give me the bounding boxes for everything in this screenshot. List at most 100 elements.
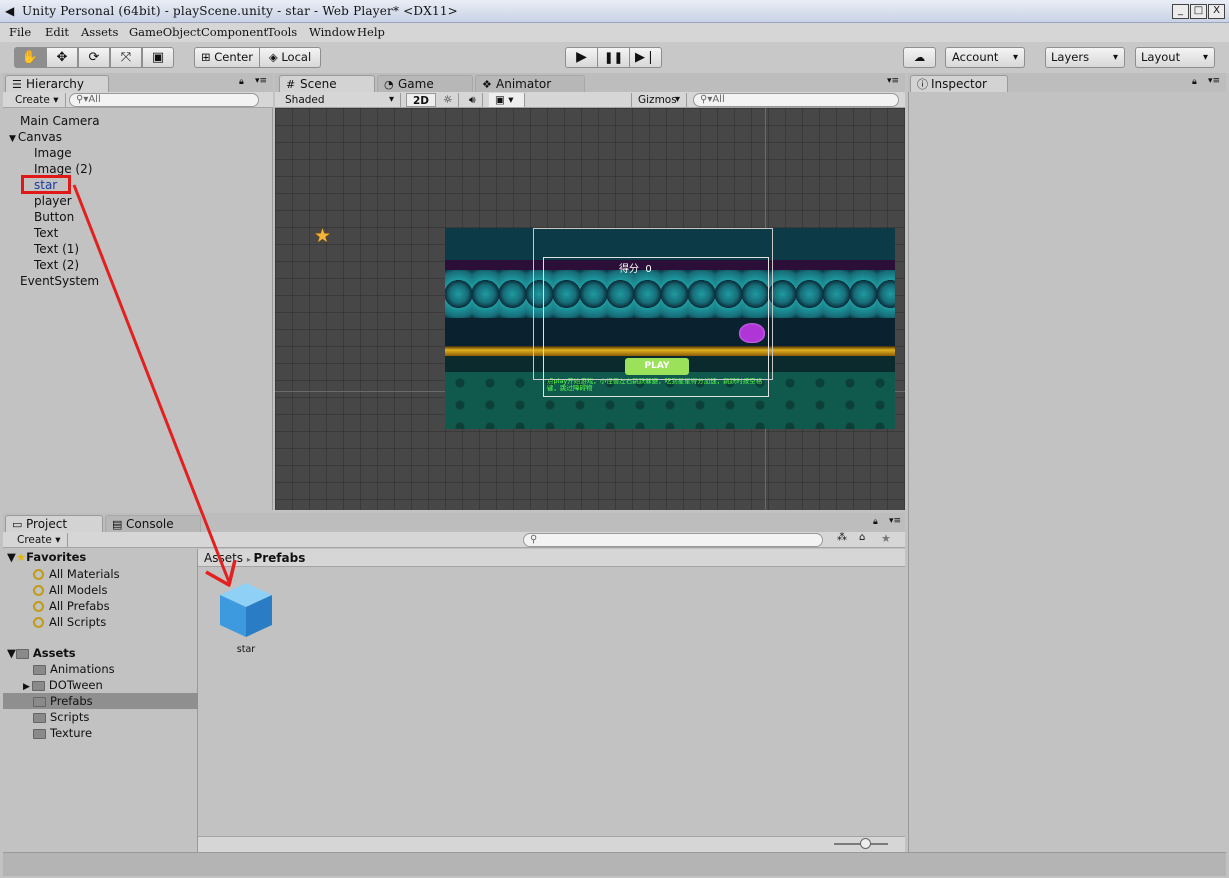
slider-thumb[interactable]: [860, 838, 871, 849]
layers-dropdown[interactable]: Layers: [1045, 47, 1125, 68]
hierarchy-item[interactable]: Image: [34, 145, 72, 161]
menu-component[interactable]: Component: [201, 25, 268, 39]
project-tabstrip: ▭ Project ▤ Console 🔒︎ ▾≡: [3, 513, 905, 533]
folder-item[interactable]: ▶ DOTween: [3, 677, 198, 693]
hand-tool-button[interactable]: ✋: [14, 47, 46, 68]
hierarchy-item[interactable]: EventSystem: [20, 273, 99, 289]
cloud-button[interactable]: ☁: [903, 47, 936, 68]
favorites-item[interactable]: All Models: [33, 582, 107, 598]
lock-icon[interactable]: 🔒︎: [239, 77, 244, 87]
hierarchy-item[interactable]: Text: [34, 225, 58, 241]
hierarchy-item-label: Text (1): [34, 242, 80, 256]
hierarchy-item[interactable]: player: [34, 193, 72, 209]
star-sprite-icon[interactable]: ★: [314, 225, 331, 247]
tab-game[interactable]: ◔ Game: [377, 75, 473, 93]
layout-dropdown[interactable]: Layout: [1135, 47, 1215, 68]
assets-header[interactable]: ▼ Assets: [7, 645, 76, 661]
scene-toolbar: Shaded 2D ☼ 🔊︎ ▣ ▾ Gizmos ⚲▾All: [275, 92, 905, 108]
menu-gameobject[interactable]: GameObject: [129, 25, 201, 39]
scene-viewport[interactable]: ★ 得分 0 PLAY 点play开始游戏，小怪兽左右跳跃躲避，吃到星星得分加速…: [275, 108, 905, 510]
icon-size-slider[interactable]: [834, 838, 888, 849]
panel-menu-icon[interactable]: ▾≡: [1208, 76, 1220, 86]
breadcrumb: Assets ▸ Prefabs: [198, 549, 905, 567]
toggle-2d-button[interactable]: 2D: [406, 93, 437, 107]
hierarchy-item[interactable]: Text (1): [34, 241, 79, 257]
menu-window[interactable]: Window: [309, 25, 356, 39]
sun-icon: ☼: [443, 94, 453, 106]
hierarchy-item[interactable]: Text (2): [34, 257, 79, 273]
move-tool-button[interactable]: ✥: [46, 47, 78, 68]
breadcrumb-prefabs[interactable]: Prefabs: [253, 551, 305, 565]
panel-menu-icon[interactable]: ▾≡: [887, 76, 899, 86]
project-create-button[interactable]: Create ▾: [11, 533, 68, 547]
panel-menu-icon[interactable]: ▾≡: [889, 516, 901, 526]
favorite-star-icon[interactable]: ★: [881, 532, 891, 545]
play-button[interactable]: ▶: [565, 47, 598, 68]
folder-item[interactable]: Scripts: [3, 709, 198, 725]
tab-inspector[interactable]: ⓘ Inspector: [910, 75, 1008, 93]
tab-console[interactable]: ▤ Console: [105, 515, 201, 533]
lighting-toggle[interactable]: ☼: [437, 93, 460, 107]
pivot-center-button[interactable]: ⊞ Center: [194, 47, 260, 68]
rect-tool-button[interactable]: ▣: [142, 47, 174, 68]
folder-item[interactable]: Prefabs: [3, 693, 198, 709]
pause-button[interactable]: ❚❚: [597, 47, 630, 68]
tab-project[interactable]: ▭ Project: [5, 515, 103, 533]
step-button[interactable]: ▶❘: [629, 47, 662, 68]
scale-tool-button[interactable]: ⤧: [110, 47, 142, 68]
effects-dropdown[interactable]: ▣ ▾: [489, 93, 525, 107]
layers-label: Layers: [1051, 50, 1090, 64]
hierarchy-item[interactable]: Button: [34, 209, 74, 225]
local-icon: ◈: [268, 50, 278, 64]
project-search-input[interactable]: ⚲: [523, 533, 823, 547]
tab-animator[interactable]: ❖ Animator: [475, 75, 585, 93]
audio-toggle[interactable]: 🔊︎: [463, 93, 483, 107]
menu-assets[interactable]: Assets: [81, 25, 118, 39]
hierarchy-item[interactable]: ▼ Canvas: [9, 129, 62, 145]
breadcrumb-assets[interactable]: Assets: [204, 551, 243, 565]
favorites-header[interactable]: ▼★Favorites: [7, 549, 86, 565]
project-toolbar: Create ▾ ⚲ ⁂ ⌂ ★: [3, 532, 905, 548]
menu-file[interactable]: File: [9, 25, 31, 39]
filter-label-icon[interactable]: ⌂: [859, 532, 865, 543]
menu-edit[interactable]: Edit: [45, 25, 69, 39]
folder-icon: [33, 696, 46, 707]
close-button[interactable]: X: [1208, 4, 1225, 19]
hierarchy-create-button[interactable]: Create ▾: [9, 93, 66, 107]
menu-tools[interactable]: Tools: [267, 25, 297, 39]
pivot-local-button[interactable]: ◈ Local: [259, 47, 321, 68]
account-dropdown[interactable]: Account: [945, 47, 1025, 68]
menu-help[interactable]: Help: [357, 25, 385, 39]
rotate-tool-button[interactable]: ⟳: [78, 47, 110, 68]
expand-arrow-icon[interactable]: ▼: [9, 134, 16, 144]
panel-menu-icon[interactable]: ▾≡: [255, 76, 267, 86]
hierarchy-search-input[interactable]: ⚲▾All: [69, 93, 259, 107]
tab-scene[interactable]: # Scene: [279, 75, 375, 93]
maximize-button[interactable]: □: [1190, 4, 1207, 19]
minimize-button[interactable]: _: [1172, 4, 1189, 19]
window-titlebar: ◀ Unity Personal (64bit) - playScene.uni…: [0, 0, 1229, 23]
folder-item[interactable]: Animations: [3, 661, 198, 677]
asset-item[interactable]: star: [214, 581, 278, 659]
hierarchy-item[interactable]: Main Camera: [20, 113, 100, 129]
expand-arrow-icon[interactable]: ▶: [23, 682, 30, 692]
gizmos-label: Gizmos: [638, 94, 677, 106]
filter-type-icon[interactable]: ⁂: [837, 532, 847, 543]
search-placeholder: All: [712, 94, 725, 105]
scene-search-input[interactable]: ⚲▾All: [693, 93, 899, 107]
folder-item[interactable]: Texture: [3, 725, 198, 741]
lock-icon[interactable]: 🔒︎: [1192, 77, 1197, 87]
shading-mode-dropdown[interactable]: Shaded: [279, 93, 401, 107]
favorites-item[interactable]: All Prefabs: [33, 598, 110, 614]
pacman-icon: ◔: [384, 78, 394, 91]
folder-icon: [15, 648, 29, 659]
gizmos-dropdown[interactable]: Gizmos: [631, 93, 687, 107]
tab-hierarchy[interactable]: ☰ Hierarchy: [5, 75, 109, 93]
favorites-item[interactable]: All Scripts: [33, 614, 106, 630]
window-title: Unity Personal (64bit) - playScene.unity…: [22, 4, 458, 18]
hierarchy-item-label: Text (2): [34, 258, 80, 272]
favorites-item[interactable]: All Materials: [33, 566, 120, 582]
lock-icon[interactable]: 🔒︎: [873, 517, 878, 527]
folder-item-label: Texture: [50, 726, 93, 740]
search-filter-icon: [33, 569, 44, 580]
